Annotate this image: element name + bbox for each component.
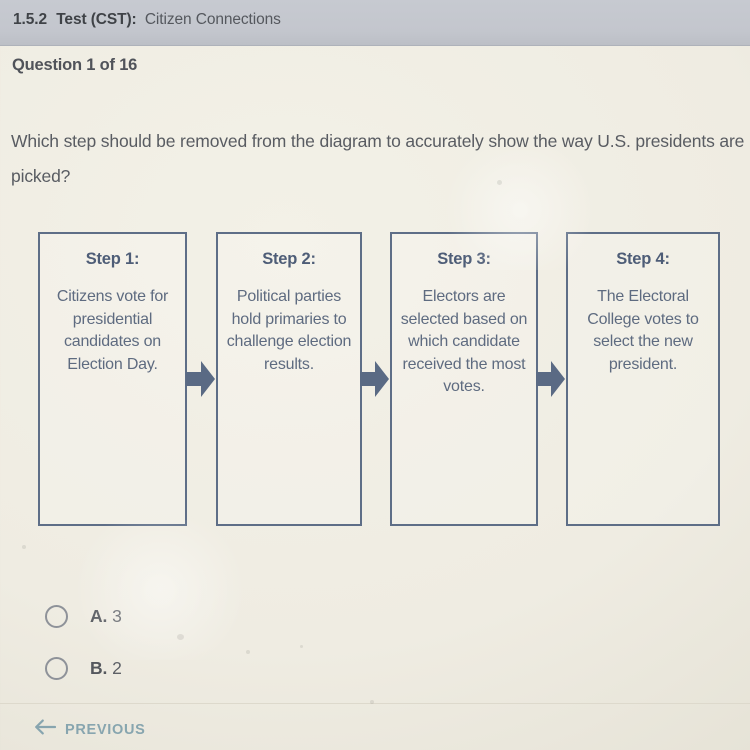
flow-step-4-title: Step 4: <box>616 250 670 268</box>
lesson-code: 1.5.2 <box>13 11 47 28</box>
flow-step-2: Step 2: Political parties hold primaries… <box>216 232 362 526</box>
previous-button[interactable]: PREVIOUS <box>34 719 146 740</box>
flow-step-4-body: The Electoral College votes to select th… <box>587 288 699 373</box>
dust-speck <box>22 545 26 549</box>
flow-step-2-title: Step 2: <box>262 250 316 268</box>
arrow-left-icon <box>34 719 57 740</box>
quiz-page: 1.5.2 Test (CST): Citizen Connections Qu… <box>0 0 750 750</box>
process-flow-diagram: Step 1: Citizens vote for presidential c… <box>38 232 720 526</box>
flow-step-1-title: Step 1: <box>85 250 140 268</box>
flow-arrow-1-to-2-icon <box>186 360 216 398</box>
question-stem: Which step should be removed from the di… <box>11 131 745 186</box>
dust-speck <box>246 650 250 654</box>
answer-option-b-text: 2 <box>112 657 122 678</box>
question-counter: Question 1 of 16 <box>12 56 138 74</box>
previous-button-label: PREVIOUS <box>65 721 146 738</box>
lesson-test-label: Test (CST): <box>56 11 137 28</box>
dust-speck <box>177 634 184 640</box>
lesson-breadcrumb: 1.5.2 Test (CST): Citizen Connections <box>13 11 281 29</box>
flow-step-3-body: Electors are selected based on which can… <box>400 288 528 395</box>
flow-step-3: Step 3: Electors are selected based on w… <box>390 232 538 526</box>
answer-option-a-text: 3 <box>112 605 122 626</box>
answer-option-a-label: A. 3 <box>90 606 122 627</box>
flow-step-1: Step 1: Citizens vote for presidential c… <box>38 232 187 526</box>
lesson-subject: Citizen Connections <box>144 11 281 28</box>
flow-arrow-3-to-4-icon <box>536 360 566 398</box>
answer-option-a-letter: A. <box>90 605 108 626</box>
flow-step-1-body: Citizens vote for presidential candidate… <box>56 288 169 373</box>
answer-options: A. 3 B. 2 <box>45 590 122 694</box>
dust-speck <box>300 645 303 648</box>
answer-option-b-letter: B. <box>90 657 108 678</box>
flow-step-3-title: Step 3: <box>437 250 491 268</box>
flow-arrow-2-to-3-icon <box>360 360 390 398</box>
radio-button-b[interactable] <box>45 656 68 680</box>
lesson-header-bar: 1.5.2 Test (CST): Citizen Connections <box>0 0 750 46</box>
answer-option-b[interactable]: B. 2 <box>45 642 122 694</box>
radio-button-a[interactable] <box>45 604 68 628</box>
flow-step-4: Step 4: The Electoral College votes to s… <box>566 232 720 526</box>
flow-step-2-body: Political parties hold primaries to chal… <box>226 288 352 373</box>
answer-option-b-label: B. 2 <box>90 658 122 679</box>
footer-divider <box>0 703 750 704</box>
answer-option-a[interactable]: A. 3 <box>45 590 122 642</box>
